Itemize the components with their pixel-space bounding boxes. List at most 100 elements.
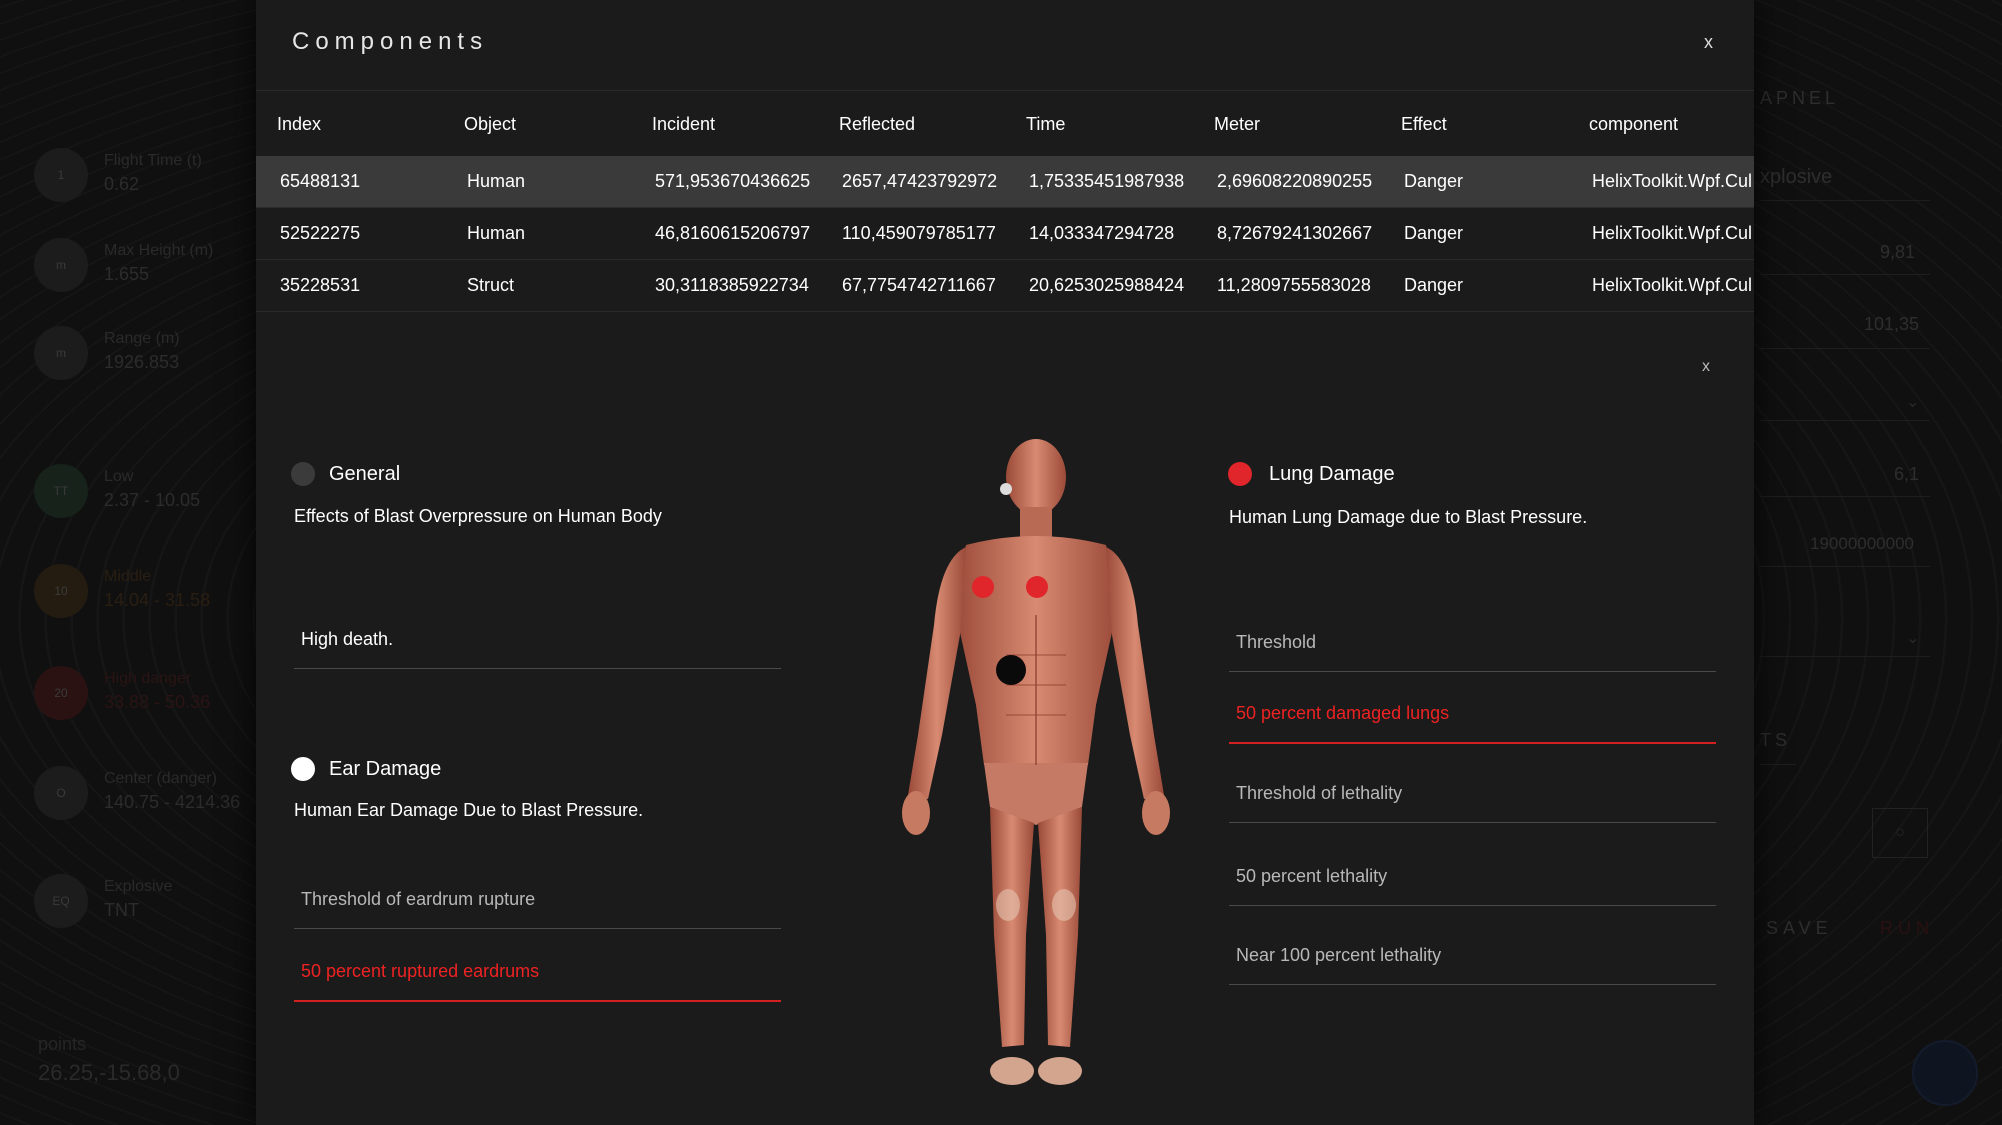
ear-title: Ear Damage (329, 758, 442, 780)
stat-value: 2.37 - 10.05 (104, 490, 201, 510)
general-status-field: High death. (294, 598, 781, 669)
explosive-text: xplosive (1760, 166, 1833, 188)
cell-index: 52522275 (280, 223, 361, 243)
value-fourth: 19000000000 (1810, 534, 1915, 553)
stat-icon: m (34, 326, 88, 380)
stat-label: High danger (104, 670, 192, 687)
stat-value: 33.88 - 50.36 (104, 692, 211, 712)
chevron-down-icon[interactable]: ⌄ (1906, 628, 1919, 648)
run-button[interactable]: RUN (1880, 918, 1934, 939)
lung-field-near-100-lethality[interactable]: Near 100 percent lethality (1229, 914, 1716, 985)
cell-meter: 11,2809755583028 (1217, 275, 1371, 295)
cell-index: 65488131 (280, 171, 361, 191)
cell-time: 20,6253025988424 (1029, 275, 1185, 295)
cell-object: Human (467, 223, 526, 243)
column-header-time[interactable]: Time (1026, 114, 1065, 135)
stat-value: TNT (104, 900, 139, 920)
chevron-down-icon[interactable]: ⌄ (1906, 392, 1919, 412)
general-status-value: High death. (301, 629, 394, 649)
field-label: 50 percent lethality (1236, 866, 1388, 886)
ear-status-dot[interactable] (291, 757, 315, 781)
ear-field-threshold[interactable]: Threshold of eardrum rupture (294, 858, 781, 929)
table-header: Index Object Incident Reflected Time Met… (256, 104, 1754, 156)
stat-icon: m (34, 238, 88, 292)
column-header-incident[interactable]: Incident (652, 114, 715, 135)
ear-description: Human Ear Damage Due to Blast Pressure. (294, 800, 644, 820)
stat-label: Low (104, 468, 134, 485)
ear-marker-icon (1000, 483, 1012, 495)
stat-value: 1926.853 (104, 352, 180, 372)
stat-middle: 10 Middle 14.04 - 31.58 (34, 564, 254, 628)
app-logo-icon (1912, 1040, 1978, 1106)
save-button[interactable]: SAVE (1766, 918, 1833, 939)
stat-icon: 1 (34, 148, 88, 202)
cell-index: 35228531 (280, 275, 361, 295)
stat-value: 140.75 - 4214.36 (104, 792, 241, 812)
stat-icon: 20 (34, 666, 88, 720)
field-label: 50 percent damaged lungs (1236, 703, 1450, 723)
general-description: Effects of Blast Overpressure on Human B… (294, 506, 662, 526)
lung-field-threshold[interactable]: Threshold (1229, 601, 1716, 672)
lung-marker-right[interactable] (1026, 576, 1048, 598)
components-modal: Components x Index Object Incident Refle… (256, 0, 1754, 1125)
cell-effect: Danger (1404, 171, 1464, 191)
lung-field-threshold-lethality[interactable]: Threshold of lethality (1229, 752, 1716, 823)
column-header-reflected[interactable]: Reflected (839, 114, 915, 135)
stat-icon: TT (34, 464, 88, 518)
general-status-dot[interactable] (291, 462, 315, 486)
lung-field-50-percent-damaged[interactable]: 50 percent damaged lungs (1229, 672, 1716, 744)
field-label: 50 percent ruptured eardrums (301, 961, 540, 981)
cell-object: Struct (467, 275, 515, 295)
column-header-meter[interactable]: Meter (1214, 114, 1260, 135)
general-title: General (329, 463, 401, 485)
cell-component: HelixToolkit.Wpf.Cul (1592, 171, 1753, 191)
stat-label: Explosive (104, 878, 173, 895)
value-gravity: 9,81 (1880, 242, 1916, 262)
column-header-component[interactable]: component (1589, 114, 1678, 135)
stat-label: Max Height (m) (104, 242, 214, 259)
components-table: Index Object Incident Reflected Time Met… (256, 104, 1754, 312)
stat-max-height: m Max Height (m) 1.655 (34, 238, 254, 302)
stat-label: Middle (104, 568, 152, 585)
cell-reflected: 67,7754742711667 (842, 275, 996, 295)
detail-close-button[interactable]: x (1702, 358, 1710, 376)
table-row[interactable]: 35228531 Struct 30,3118385922734 67,7754… (256, 260, 1754, 312)
table-row[interactable]: 65488131 Human 571,953670436625 2657,474… (256, 156, 1754, 208)
value-pressure: 101,35 (1864, 314, 1920, 334)
stat-range: m Range (m) 1926.853 (34, 326, 254, 390)
stat-high-danger: 20 High danger 33.88 - 50.36 (34, 666, 254, 730)
target-button[interactable]: ○ (1872, 808, 1928, 858)
cell-component: HelixToolkit.Wpf.Cul (1592, 223, 1753, 243)
cell-time: 14,033347294728 (1029, 223, 1175, 243)
stat-explosive: EQ Explosive TNT (34, 874, 254, 938)
lung-status-dot[interactable] (1228, 462, 1252, 486)
cell-meter: 8,72679241302667 (1217, 223, 1373, 243)
field-label: Threshold of lethality (1236, 783, 1403, 803)
stat-icon: O (34, 766, 88, 820)
cell-incident: 30,3118385922734 (655, 275, 809, 295)
stat-value: 1.655 (104, 264, 150, 284)
human-body-figure (856, 435, 1216, 1105)
cell-component: HelixToolkit.Wpf.Cul (1592, 275, 1753, 295)
stat-value: 0.62 (104, 174, 140, 194)
column-header-object[interactable]: Object (464, 114, 516, 135)
lung-field-50-percent-lethality[interactable]: 50 percent lethality (1229, 835, 1716, 906)
column-header-effect[interactable]: Effect (1401, 114, 1447, 135)
cell-reflected: 110,459079785177 (842, 223, 996, 243)
lung-description: Human Lung Damage due to Blast Pressure. (1229, 507, 1588, 527)
field-label: Near 100 percent lethality (1236, 945, 1442, 965)
stat-value: 14.04 - 31.58 (104, 590, 211, 610)
cell-object: Human (467, 171, 526, 191)
cell-time: 1,75335451987938 (1029, 171, 1185, 191)
ear-field-50-percent[interactable]: 50 percent ruptured eardrums (294, 930, 781, 1002)
general-marker[interactable] (996, 655, 1026, 685)
stat-flight-time: 1 Flight Time (t) 0.62 (34, 148, 254, 212)
cell-effect: Danger (1404, 223, 1464, 243)
stat-label: Center (danger) (104, 770, 217, 787)
table-row[interactable]: 52522275 Human 46,8160615206797 110,4590… (256, 208, 1754, 260)
column-header-index[interactable]: Index (277, 114, 321, 135)
field-label: Threshold (1236, 632, 1317, 652)
modal-close-button[interactable]: x (1704, 32, 1713, 53)
stat-low: TT Low 2.37 - 10.05 (34, 464, 254, 528)
lung-marker-left[interactable] (972, 576, 994, 598)
